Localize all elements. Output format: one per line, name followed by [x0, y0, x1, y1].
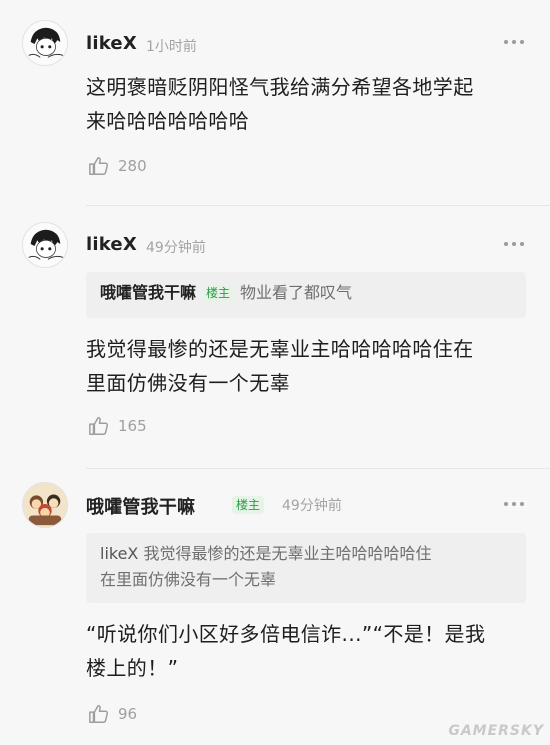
quote-text-line1: 我觉得最惨的还是无辜业主哈哈哈哈哈住	[143, 544, 432, 563]
comment-author[interactable]: likeX	[86, 33, 137, 54]
like-count: 96	[118, 705, 138, 723]
more-options-icon[interactable]	[502, 500, 526, 508]
anime-character-avatar-icon	[23, 223, 67, 267]
quote-text-line2: 在里面仿佛没有一个无辜	[100, 570, 277, 589]
watermark: GAMERSKY	[448, 723, 544, 739]
comment-text: 我觉得最惨的还是无辜业主哈哈哈哈哈住在 里面仿佛没有一个无辜	[86, 337, 474, 395]
more-options-icon[interactable]	[502, 38, 526, 46]
like-button[interactable]: 280	[88, 155, 147, 177]
thumbs-up-icon	[89, 157, 109, 175]
thumbs-up-icon	[89, 705, 109, 723]
like-button[interactable]: 165	[88, 415, 147, 437]
user-avatar[interactable]	[22, 20, 68, 66]
like-count: 280	[118, 157, 147, 175]
user-avatar[interactable]	[22, 222, 68, 268]
comment-time: 49分钟前	[282, 498, 342, 514]
quote-author[interactable]: 哦嚯管我干嘛	[100, 283, 196, 302]
comment-time: 49分钟前	[146, 240, 206, 256]
quoted-reply[interactable]: likeX 我觉得最惨的还是无辜业主哈哈哈哈哈住 在里面仿佛没有一个无辜	[86, 533, 526, 603]
owner-tag: 楼主	[232, 496, 265, 514]
comment-time: 1小时前	[146, 39, 197, 55]
anime-character-avatar-icon	[23, 21, 67, 65]
comment-text: “听说你们小区好多倍电信诈...”“不是！是我 楼上的！”	[86, 622, 486, 680]
comment-item: likeX 1小时前 这明褒暗贬阴阳怪气我给满分希望各地学起 来哈哈哈哈哈哈哈 …	[0, 0, 550, 205]
comment-author[interactable]: 哦嚯管我干嘛	[86, 493, 195, 519]
thumbs-up-icon	[89, 417, 109, 435]
quote-author[interactable]: likeX	[100, 544, 138, 563]
cartoon-group-avatar-icon	[23, 483, 67, 527]
like-count: 165	[118, 417, 147, 435]
more-options-icon[interactable]	[502, 240, 526, 248]
owner-tag: 楼主	[202, 285, 235, 301]
user-avatar[interactable]	[22, 482, 68, 528]
comment-list: likeX 1小时前 这明褒暗贬阴阳怪气我给满分希望各地学起 来哈哈哈哈哈哈哈 …	[0, 0, 550, 745]
quote-text: 物业看了都叹气	[240, 283, 353, 302]
comment-text: 这明褒暗贬阴阳怪气我给满分希望各地学起 来哈哈哈哈哈哈哈	[86, 75, 474, 133]
comment-item: 哦嚯管我干嘛 楼主 49分钟前 likeX 我觉得最惨的还是无辜业主哈哈哈哈哈住…	[0, 469, 550, 745]
comment-author[interactable]: likeX	[86, 234, 137, 255]
comment-item: likeX 49分钟前 哦嚯管我干嘛 楼主 物业看了都叹气 我觉得最惨的还是无辜业主…	[0, 206, 550, 468]
quoted-reply[interactable]: 哦嚯管我干嘛 楼主 物业看了都叹气	[86, 272, 526, 318]
like-button[interactable]: 96	[88, 703, 137, 725]
